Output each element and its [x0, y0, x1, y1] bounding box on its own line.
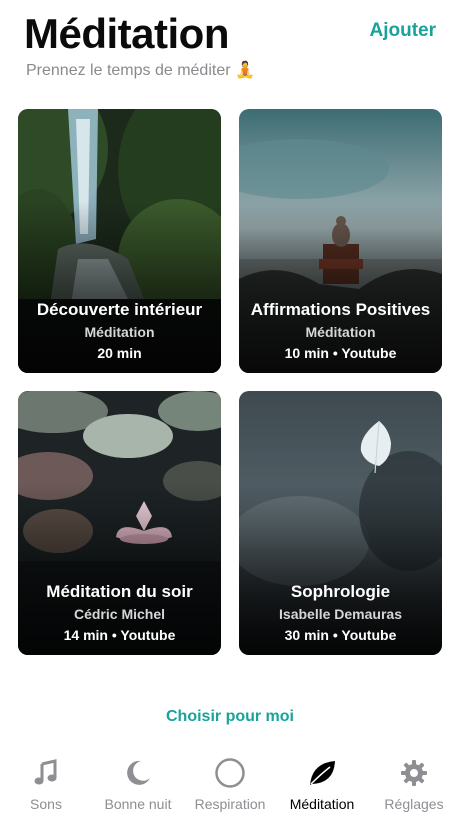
- card-title: Découverte intérieur: [36, 300, 203, 319]
- tab-sons[interactable]: Sons: [0, 748, 92, 818]
- card-meta: 10 min • Youtube: [284, 345, 397, 361]
- card-meta: 20 min: [97, 345, 142, 361]
- music-note-icon: [29, 756, 63, 790]
- meditation-card-soir[interactable]: Méditation du soir Cédric Michel 14 min …: [18, 391, 221, 655]
- meditation-card-decouverte[interactable]: Découverte intérieur Méditation 20 min: [18, 109, 221, 373]
- tab-label: Bonne nuit: [104, 796, 172, 812]
- tab-label: Sons: [30, 796, 62, 812]
- card-title: Affirmations Positives: [250, 300, 431, 319]
- card-title: Méditation du soir: [46, 582, 193, 601]
- header: Méditation Prennez le temps de méditer 🧘…: [0, 0, 460, 100]
- card-meta: 14 min • Youtube: [63, 627, 176, 643]
- card-text: Affirmations Positives Méditation 10 min…: [239, 300, 442, 361]
- card-meta: 30 min • Youtube: [284, 627, 397, 643]
- tab-meditation[interactable]: Méditation: [276, 748, 368, 818]
- circle-icon: [213, 756, 247, 790]
- tab-label: Respiration: [194, 796, 266, 812]
- card-subtitle: Méditation: [84, 324, 155, 340]
- moon-icon: [121, 756, 155, 790]
- tab-label: Réglages: [384, 796, 444, 812]
- meditation-card-affirmations[interactable]: Affirmations Positives Méditation 10 min…: [239, 109, 442, 373]
- tab-bar: Sons Bonne nuit Respiration Méditation R…: [0, 748, 460, 818]
- card-text: Sophrologie Isabelle Demauras 30 min • Y…: [239, 582, 442, 643]
- page-title: Méditation: [24, 10, 229, 57]
- add-button[interactable]: Ajouter: [370, 20, 437, 42]
- tab-label: Méditation: [289, 796, 355, 812]
- card-title: Sophrologie: [290, 582, 391, 601]
- card-text: Méditation du soir Cédric Michel 14 min …: [18, 582, 221, 643]
- page-subtitle: Prennez le temps de méditer 🧘: [26, 62, 255, 79]
- choose-for-me-button[interactable]: Choisir pour moi: [0, 708, 460, 726]
- tab-bonne-nuit[interactable]: Bonne nuit: [92, 748, 184, 818]
- card-subtitle: Cédric Michel: [73, 606, 166, 622]
- meditation-card-sophrologie[interactable]: Sophrologie Isabelle Demauras 30 min • Y…: [239, 391, 442, 655]
- tab-reglages[interactable]: Réglages: [368, 748, 460, 818]
- gear-icon: [397, 756, 431, 790]
- leaf-icon: [305, 756, 339, 790]
- card-subtitle: Isabelle Demauras: [279, 606, 402, 622]
- tab-respiration[interactable]: Respiration: [184, 748, 276, 818]
- card-text: Découverte intérieur Méditation 20 min: [18, 300, 221, 361]
- card-subtitle: Méditation: [305, 324, 376, 340]
